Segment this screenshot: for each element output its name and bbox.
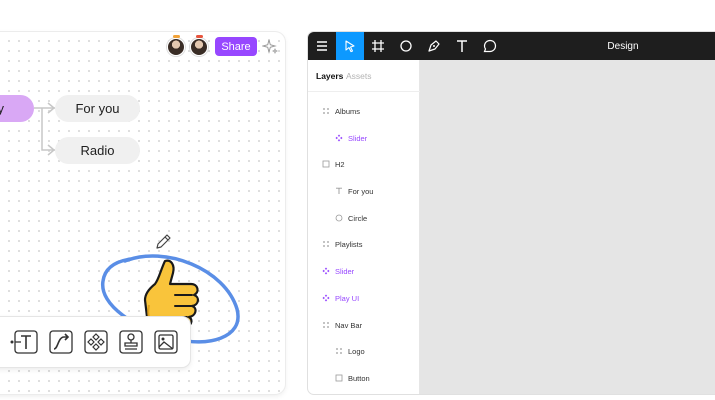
component-icon[interactable] <box>83 329 109 355</box>
mindmap-node-radio[interactable]: Radio <box>55 137 140 164</box>
top-toolbar: Design <box>308 32 715 60</box>
layer-item[interactable]: Button <box>308 371 420 385</box>
stamp-icon[interactable] <box>118 329 144 355</box>
avatar-indicator <box>196 35 203 38</box>
layer-item[interactable]: For you <box>308 184 420 198</box>
screen: Share ay For you Radio <box>0 0 715 400</box>
comment-tool-icon[interactable] <box>476 32 504 60</box>
path-tool-icon[interactable] <box>48 329 74 355</box>
frame-layer-icon <box>322 160 330 168</box>
tab-layers[interactable]: Layers <box>316 71 343 81</box>
layer-label: Logo <box>348 346 365 356</box>
design-tab-title[interactable]: Design <box>558 32 688 60</box>
layer-label: Slider <box>348 133 368 143</box>
layer-item[interactable]: Logo <box>308 344 420 358</box>
design-window: Design Layers Assets Albums Slider H2 For y… <box>308 32 715 394</box>
whiteboard-canvas[interactable]: Share ay For you Radio <box>0 32 285 394</box>
layers-tabs: Layers Assets <box>308 60 420 92</box>
collaborator-avatar[interactable] <box>167 35 185 56</box>
text-tool-icon[interactable] <box>13 329 39 355</box>
image-icon[interactable] <box>153 329 179 355</box>
grid-layer-icon <box>322 107 330 115</box>
ellipse-tool-icon[interactable] <box>392 32 420 60</box>
layer-label: Button <box>348 373 370 383</box>
layer-item[interactable]: Nav Bar <box>308 318 420 332</box>
pen-tool-icon[interactable] <box>420 32 448 60</box>
component-layer-icon <box>335 134 343 142</box>
text-layer-icon <box>335 187 343 195</box>
layer-item[interactable]: Albums <box>308 104 420 118</box>
layer-item[interactable]: H2 <box>308 157 420 171</box>
layer-label: Circle <box>348 213 368 223</box>
layer-label: For you <box>348 186 374 196</box>
layer-item[interactable]: Slider <box>308 264 420 278</box>
mindmap-node-for-you[interactable]: For you <box>55 95 140 122</box>
layers-panel: Layers Assets Albums Slider H2 For you Circl… <box>308 60 420 394</box>
layer-label: Playlists <box>335 239 363 249</box>
move-tool-icon[interactable] <box>336 32 364 60</box>
frame-tool-icon[interactable] <box>364 32 392 60</box>
component-layer-icon <box>322 294 330 302</box>
share-button[interactable]: Share <box>215 37 257 56</box>
layer-label: Nav Bar <box>335 320 363 330</box>
mindmap-node-play[interactable]: ay <box>0 95 34 122</box>
layer-item[interactable]: Slider <box>308 131 420 145</box>
frame-layer-icon <box>335 374 343 382</box>
tab-assets[interactable]: Assets <box>346 71 372 81</box>
menu-icon[interactable] <box>308 32 336 60</box>
text-tool-icon[interactable] <box>448 32 476 60</box>
grid-layer-icon <box>322 240 330 248</box>
grid-layer-icon <box>322 321 330 329</box>
layer-label: H2 <box>335 159 345 169</box>
layer-item[interactable]: Playlists <box>308 237 420 251</box>
layer-label: Play UI <box>335 293 360 303</box>
component-layer-icon <box>322 267 330 275</box>
grid-layer-icon <box>335 347 343 355</box>
collaborator-avatar[interactable] <box>190 35 208 56</box>
avatar-indicator <box>173 35 180 38</box>
layer-label: Slider <box>335 266 355 276</box>
layer-label: Albums <box>335 106 361 116</box>
layer-item[interactable]: Play UI <box>308 291 420 305</box>
layer-item[interactable]: Circle <box>308 211 420 225</box>
circle-layer-icon <box>335 214 343 222</box>
sparkle-icon[interactable] <box>262 39 278 55</box>
design-canvas[interactable] <box>420 60 715 394</box>
board-toolbar <box>0 317 190 367</box>
